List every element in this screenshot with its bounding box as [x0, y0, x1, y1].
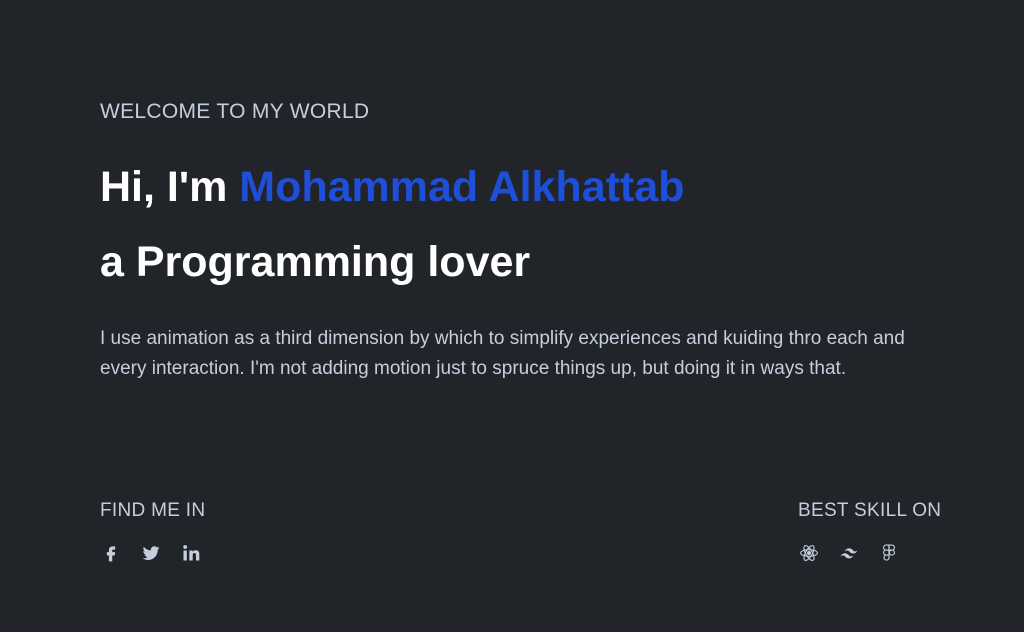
hero-section: WELCOME TO MY WORLD Hi, I'm Mohammad Alk… — [100, 96, 930, 384]
react-icon[interactable] — [798, 542, 820, 564]
find-me-block: FIND ME IN — [100, 498, 205, 564]
greeting-line: Hi, I'm Mohammad Alkhattab — [100, 150, 930, 225]
skills-block: BEST SKILL ON — [798, 498, 941, 564]
hero-bio: I use animation as a third dimension by … — [100, 328, 905, 379]
greeting-text: Hi, I'm — [100, 163, 240, 211]
twitter-icon[interactable] — [140, 542, 162, 564]
linkedin-icon[interactable] — [180, 542, 202, 564]
skill-icons — [798, 542, 941, 564]
figma-icon[interactable] — [878, 542, 900, 564]
social-icons — [100, 542, 205, 564]
role-line: a Programming lover — [100, 238, 531, 286]
hero-name: Mohammad Alkhattab — [239, 163, 685, 211]
skills-title: BEST SKILL ON — [798, 500, 942, 521]
welcome-eyebrow: WELCOME TO MY WORLD — [100, 100, 370, 123]
tailwind-icon[interactable] — [838, 542, 860, 564]
find-me-title: FIND ME IN — [100, 500, 206, 521]
facebook-icon[interactable] — [100, 542, 122, 564]
hero-headline: Hi, I'm Mohammad Alkhattab a Programming… — [100, 150, 930, 300]
